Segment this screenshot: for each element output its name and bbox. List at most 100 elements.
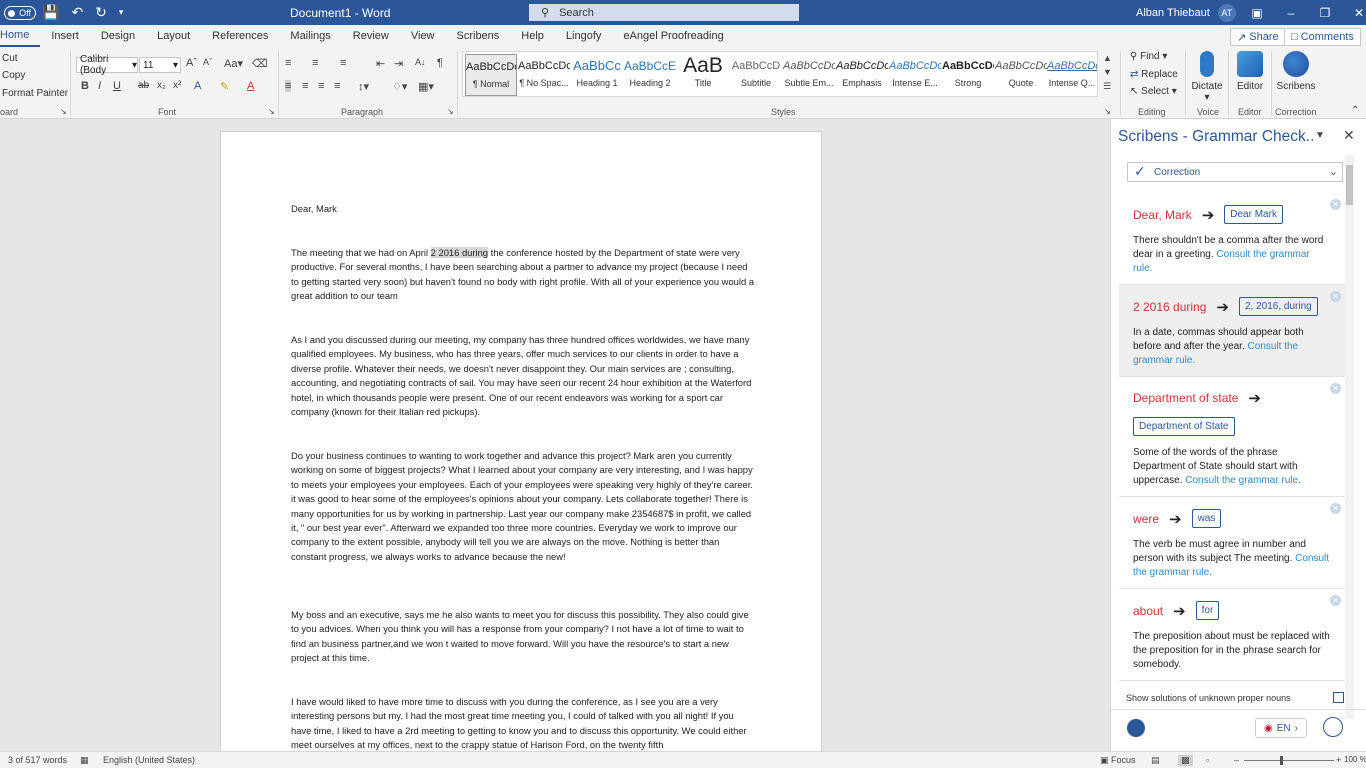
fix-button[interactable]: Dear Mark bbox=[1224, 205, 1283, 224]
avatar[interactable]: AT bbox=[1217, 3, 1236, 22]
style-strong[interactable]: AaBbCcDc Strong bbox=[942, 54, 994, 96]
pane-options-icon[interactable]: ▼ bbox=[1315, 130, 1325, 141]
paragraph-launcher-icon[interactable]: ↘ bbox=[447, 107, 454, 116]
align-right-icon[interactable]: ≡ bbox=[318, 80, 324, 92]
grammar-rule-link[interactable]: Consult the grammar rule. bbox=[1185, 475, 1301, 486]
justify-icon[interactable]: ≡ bbox=[334, 80, 340, 92]
dismiss-icon[interactable]: ✕ bbox=[1330, 595, 1341, 606]
collapse-ribbon-icon[interactable]: ⌃ bbox=[1351, 105, 1359, 116]
numbering-icon[interactable]: ≡ bbox=[312, 57, 318, 69]
bold-icon[interactable]: B bbox=[81, 80, 89, 92]
suggestion-card[interactable]: ✕ were ➔ was The verb be must agree in num… bbox=[1119, 497, 1345, 589]
paragraph-4[interactable]: My boss and an executive, says me he als… bbox=[291, 608, 755, 666]
style-subtitle[interactable]: AaBbCcD Subtitle bbox=[730, 54, 782, 96]
tab-insert[interactable]: Insert bbox=[40, 25, 90, 47]
find-button[interactable]: ⚲ Find ▾ bbox=[1130, 51, 1167, 62]
underline-icon[interactable]: U bbox=[113, 80, 121, 92]
show-marks-icon[interactable]: ¶ bbox=[437, 57, 443, 69]
font-color-icon[interactable]: A bbox=[247, 80, 254, 92]
styles-scroll-up-icon[interactable]: ▲ bbox=[1103, 53, 1112, 63]
close-icon[interactable]: ✕ bbox=[1343, 127, 1355, 144]
tab-layout[interactable]: Layout bbox=[146, 25, 201, 47]
dismiss-icon[interactable]: ✕ bbox=[1330, 291, 1341, 302]
styles-scroll-down-icon[interactable]: ▼ bbox=[1103, 67, 1112, 77]
web-layout-icon[interactable]: ▫ bbox=[1206, 755, 1209, 765]
account-icon[interactable] bbox=[1323, 717, 1343, 737]
change-case-icon[interactable]: Aa▾ bbox=[224, 57, 243, 70]
style-subtle-emphasis[interactable]: AaBbCcDc Subtle Em... bbox=[783, 54, 835, 96]
language-status[interactable]: English (United States) bbox=[103, 755, 195, 765]
tab-eangel[interactable]: eAngel Proofreading bbox=[612, 25, 734, 47]
tab-view[interactable]: View bbox=[400, 25, 446, 47]
editor-button[interactable]: Editor bbox=[1232, 51, 1268, 92]
undo-icon[interactable]: ↶ bbox=[71, 4, 83, 21]
save-icon[interactable]: 💾 bbox=[42, 4, 59, 21]
word-count[interactable]: 3 of 517 words bbox=[8, 755, 67, 765]
superscript-icon[interactable]: x² bbox=[173, 80, 181, 91]
paragraph-1[interactable]: The meeting that we had on April 2 2016 … bbox=[291, 246, 755, 304]
dismiss-icon[interactable]: ✕ bbox=[1330, 199, 1341, 210]
maximize-icon[interactable]: ❐ bbox=[1308, 6, 1342, 20]
styles-more-icon[interactable]: ☰ bbox=[1103, 81, 1111, 92]
style-emphasis[interactable]: AaBbCcDc Emphasis bbox=[836, 54, 888, 96]
greeting-paragraph[interactable]: Dear, Mark bbox=[291, 202, 755, 216]
style-no-spacing[interactable]: AaBbCcDc ¶ No Spac... bbox=[518, 54, 570, 96]
italic-icon[interactable]: I bbox=[98, 80, 101, 92]
font-name-select[interactable]: Calibri (Body ▾ bbox=[76, 54, 138, 76]
mode-select[interactable]: ✓ Correction ⌄ bbox=[1127, 162, 1343, 182]
zoom-in-icon[interactable]: + bbox=[1336, 755, 1341, 765]
fix-button[interactable]: Department of State bbox=[1133, 417, 1235, 436]
clear-formatting-icon[interactable]: ⌫ bbox=[252, 57, 268, 70]
proofing-icon[interactable]: ▦ bbox=[80, 755, 89, 766]
scrollbar-thumb[interactable] bbox=[1346, 165, 1353, 205]
tab-home[interactable]: Home bbox=[0, 25, 41, 47]
style-heading-1[interactable]: AaBbCc Heading 1 bbox=[571, 54, 623, 96]
font-size-select[interactable]: 11 ▾ bbox=[139, 57, 181, 73]
style-intense-emphasis[interactable]: AaBbCcDc Intense E... bbox=[889, 54, 941, 96]
close-window-icon[interactable]: ✕ bbox=[1342, 6, 1366, 20]
style-intense-quote[interactable]: AaBbCcDc Intense Q... bbox=[1047, 54, 1097, 96]
autosave-toggle[interactable]: Off bbox=[4, 0, 36, 25]
cut-button[interactable]: Cut bbox=[2, 53, 18, 64]
tab-references[interactable]: References bbox=[201, 25, 279, 47]
zoom-level[interactable]: 100 % bbox=[1344, 755, 1366, 764]
tab-help[interactable]: Help bbox=[510, 25, 555, 47]
dictate-button[interactable]: Dictate ▾ bbox=[1190, 51, 1224, 103]
shading-icon[interactable]: ♢▾ bbox=[392, 80, 407, 93]
style-normal[interactable]: AaBbCcDc ¶ Normal bbox=[465, 54, 517, 96]
comments-button[interactable]: □ Comments bbox=[1284, 28, 1361, 46]
style-heading-2[interactable]: AaBbCcE Heading 2 bbox=[624, 54, 676, 96]
suggestion-card[interactable]: ✕ 2 2016 during ➔ 2, 2016, during In a dat… bbox=[1119, 285, 1345, 377]
replace-button[interactable]: ⇄ Replace bbox=[1130, 69, 1178, 80]
tab-mailings[interactable]: Mailings bbox=[279, 25, 341, 47]
fix-button[interactable]: 2, 2016, during bbox=[1238, 297, 1318, 316]
zoom-slider[interactable] bbox=[1244, 760, 1334, 761]
zoom-out-icon[interactable]: – bbox=[1234, 755, 1239, 765]
scribens-button[interactable]: Scribens bbox=[1274, 51, 1318, 92]
align-center-icon[interactable]: ≡ bbox=[302, 80, 308, 92]
paragraph-2[interactable]: As I and you discussed during our meetin… bbox=[291, 333, 755, 419]
tab-scribens[interactable]: Scribens bbox=[446, 25, 511, 47]
document-canvas[interactable]: Dear, Mark The meeting that we had on Ap… bbox=[0, 119, 1110, 751]
highlight-icon[interactable]: ✎ bbox=[220, 80, 229, 93]
zoom-slider-thumb[interactable] bbox=[1280, 756, 1283, 765]
show-unknown-checkbox[interactable] bbox=[1333, 692, 1344, 703]
text-effects-icon[interactable]: A bbox=[194, 80, 201, 92]
style-quote[interactable]: AaBbCcDc Quote bbox=[995, 54, 1047, 96]
paragraph-5[interactable]: I have would liked to have more time to … bbox=[291, 695, 755, 751]
multilevel-list-icon[interactable]: ≡ bbox=[340, 57, 346, 69]
bullets-icon[interactable]: ≡ bbox=[285, 57, 291, 69]
redo-icon[interactable]: ↻ bbox=[95, 4, 107, 21]
ribbon-display-icon[interactable]: ▣ bbox=[1240, 6, 1274, 20]
align-left-icon[interactable]: ≡ bbox=[285, 80, 292, 92]
pane-scrollbar[interactable] bbox=[1345, 155, 1354, 719]
format-painter-button[interactable]: Format Painter bbox=[2, 88, 68, 99]
font-launcher-icon[interactable]: ↘ bbox=[268, 107, 275, 116]
shrink-font-icon[interactable]: Aˇ bbox=[203, 57, 212, 67]
decrease-indent-icon[interactable]: ⇤ bbox=[376, 57, 385, 70]
strikethrough-icon[interactable]: ab bbox=[138, 80, 149, 91]
sort-icon[interactable]: A↓ bbox=[415, 57, 426, 67]
minimize-icon[interactable]: – bbox=[1274, 6, 1308, 20]
tab-lingofy[interactable]: Lingofy bbox=[555, 25, 612, 47]
suggestion-card[interactable]: ✕ Department of state ➔ Department of Stat… bbox=[1119, 377, 1345, 497]
